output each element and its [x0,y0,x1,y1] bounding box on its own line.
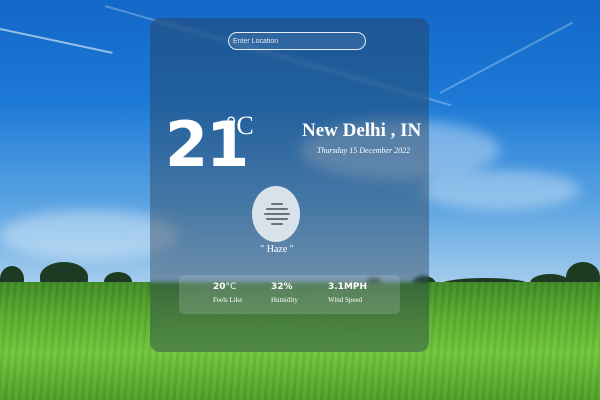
weather-icon-badge [252,186,300,242]
humidity-label: Humidity [271,296,298,304]
current-date: Thursday 15 December 2022 [317,146,411,155]
feels-like-unit: °C [225,282,237,292]
wind-speed-value: 3.1 [328,282,344,292]
haze-icon [264,203,290,225]
location-search-input[interactable] [228,32,366,50]
feels-like-label: Feels Like [213,296,243,304]
temperature-unit: °C [226,111,254,140]
weather-condition: " Haze " [260,244,294,255]
humidity-unit: % [283,282,293,292]
stat-wind-speed: 3.1MPH Wind Speed [328,282,368,305]
feels-like-value: 20 [213,282,226,292]
humidity-value: 32 [271,282,284,292]
cloud [420,170,580,210]
weather-card: 21 °C New Delhi , IN Thursday 15 Decembe… [150,18,429,352]
city-name: New Delhi , IN [302,120,422,141]
stat-humidity: 32% Humidity [271,282,298,305]
wind-speed-unit: MPH [343,282,368,292]
wind-speed-label: Wind Speed [328,296,363,304]
stat-feels-like: 20°C Feels Like [213,282,243,305]
weather-stats-panel: 20°C Feels Like 32% Humidity 3.1MPH Wind… [179,275,400,314]
